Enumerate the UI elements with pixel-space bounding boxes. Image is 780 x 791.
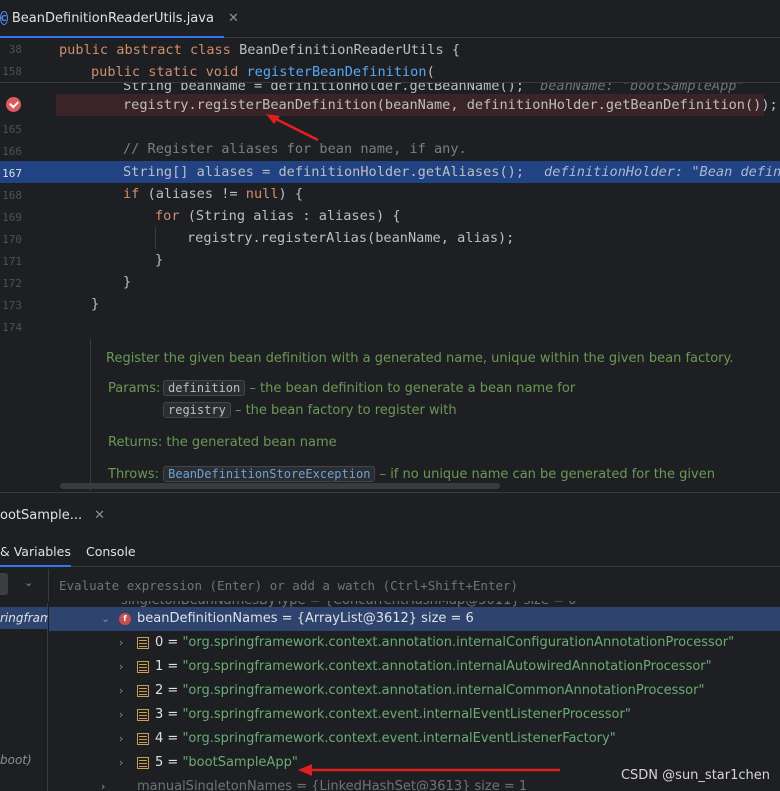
sticky-class-line: public abstract class BeanDefinitionRead… [59, 42, 461, 58]
annotation-arrow [266, 114, 319, 142]
horizontal-scrollbar[interactable] [60, 483, 500, 489]
exception-link[interactable]: BeanDefinitionStoreException [163, 466, 376, 482]
variable-row-beandefinitionnames[interactable]: ⌄ f beanDefinitionNames = {ArrayList@361… [49, 607, 780, 631]
chevron-right-icon[interactable]: › [119, 631, 123, 655]
frames-pane: ringfram boot) [0, 603, 48, 791]
evaluate-row: ⌄ [0, 569, 780, 601]
code-line-register-alias: registry.registerAlias(beanName, alias); [187, 230, 515, 246]
code-line-for: for (String alias : aliases) { [155, 208, 401, 224]
variable-row-list-item[interactable]: › 1 = "org.springframework.context.annota… [49, 655, 780, 679]
doc-summary: Register the given bean definition with … [106, 351, 734, 366]
chevron-right-icon[interactable]: › [119, 751, 123, 775]
java-class-icon: C [0, 11, 8, 25]
field-icon: f [119, 613, 131, 625]
tab-close-icon[interactable]: ✕ [228, 11, 239, 26]
frame-item[interactable]: boot) [0, 753, 32, 767]
list-element-icon [137, 733, 149, 745]
line-number: 165 [2, 123, 22, 136]
rendered-javadoc: Register the given bean definition with … [90, 339, 780, 491]
editor-tab-bar: C BeanDefinitionReaderUtils.java ✕ [0, 0, 780, 38]
session-close-icon[interactable]: ✕ [94, 508, 105, 523]
line-number: 158 [2, 65, 22, 78]
variable-row-list-item[interactable]: › 4 = "org.springframework.context.event.… [49, 727, 780, 751]
doc-throws: Throws: BeanDefinitionStoreException – i… [108, 466, 715, 482]
sticky-header: 38 public abstract class BeanDefinitionR… [0, 39, 780, 83]
debug-subtabs: & Variables Console [0, 537, 780, 567]
evaluate-expression-input[interactable] [48, 569, 780, 601]
sticky-method-line: public static void registerBeanDefinitio… [91, 64, 435, 80]
filter-frames-button[interactable] [0, 573, 8, 595]
code-line-brace: } [123, 274, 132, 290]
line-number: 173 [2, 299, 22, 312]
tab-filename: BeanDefinitionReaderUtils.java [11, 10, 214, 26]
chevron-right-icon[interactable]: › [119, 727, 123, 751]
list-element-icon [137, 661, 149, 673]
variable-row-list-item[interactable]: › 0 = "org.springframework.context.annota… [49, 631, 780, 655]
line-number: 171 [2, 255, 22, 268]
code-editor[interactable]: 38 public abstract class BeanDefinitionR… [0, 39, 780, 491]
chevron-right-icon[interactable]: › [119, 655, 123, 679]
debug-session-tab[interactable]: ootSample... ✕ [0, 493, 105, 537]
line-number: 174 [2, 321, 22, 334]
line-number: 38 [8, 43, 22, 56]
code-line-brace: } [91, 296, 100, 312]
watermark: CSDN @sun_star1chen [620, 768, 770, 783]
breakpoint-icon[interactable] [6, 97, 21, 112]
chevron-right-icon[interactable]: › [119, 679, 123, 703]
list-element-icon [137, 709, 149, 721]
chevron-right-icon[interactable]: › [119, 703, 123, 727]
list-element-icon [137, 685, 149, 697]
line-number: 170 [2, 233, 22, 246]
editor-tab[interactable]: C BeanDefinitionReaderUtils.java ✕ [0, 0, 239, 38]
list-element-icon [137, 637, 149, 649]
line-number: 167 [2, 167, 22, 180]
doc-param-registry: registry – the bean factory to register … [163, 402, 457, 418]
variable-row-list-item[interactable]: › 3 = "org.springframework.context.event.… [49, 703, 780, 727]
code-line-if: if (aliases != null) { [123, 186, 304, 202]
doc-params-label: Params: [108, 381, 161, 396]
tab-variables[interactable]: & Variables [0, 537, 71, 567]
list-element-icon [137, 757, 149, 769]
debug-panel: ootSample... ✕ & Variables Console ⌄ rin… [0, 492, 780, 791]
annotation-arrow [298, 764, 560, 776]
chevron-down-icon[interactable]: ⌄ [24, 576, 33, 589]
frame-item-selected[interactable]: ringfram [0, 607, 48, 629]
doc-param-definition: definition – the bean definition to gene… [163, 380, 575, 396]
variable-row-list-item[interactable]: › 2 = "org.springframework.context.annota… [49, 679, 780, 703]
doc-returns: Returns: the generated bean name [108, 435, 337, 450]
code-line-register: registry.registerBeanDefinition(beanName… [123, 97, 778, 113]
code-line-aliases: String[] aliases = definitionHolder.getA… [123, 164, 780, 180]
code-line-brace: } [155, 252, 164, 268]
chevron-down-icon[interactable]: ⌄ [101, 607, 110, 631]
line-number: 172 [2, 277, 22, 290]
line-number: 166 [2, 145, 22, 158]
line-number: 169 [2, 211, 22, 224]
session-label: ootSample... [0, 507, 83, 523]
tab-console[interactable]: Console [86, 537, 136, 567]
line-number: 168 [2, 189, 22, 202]
indent-guide [155, 227, 156, 249]
